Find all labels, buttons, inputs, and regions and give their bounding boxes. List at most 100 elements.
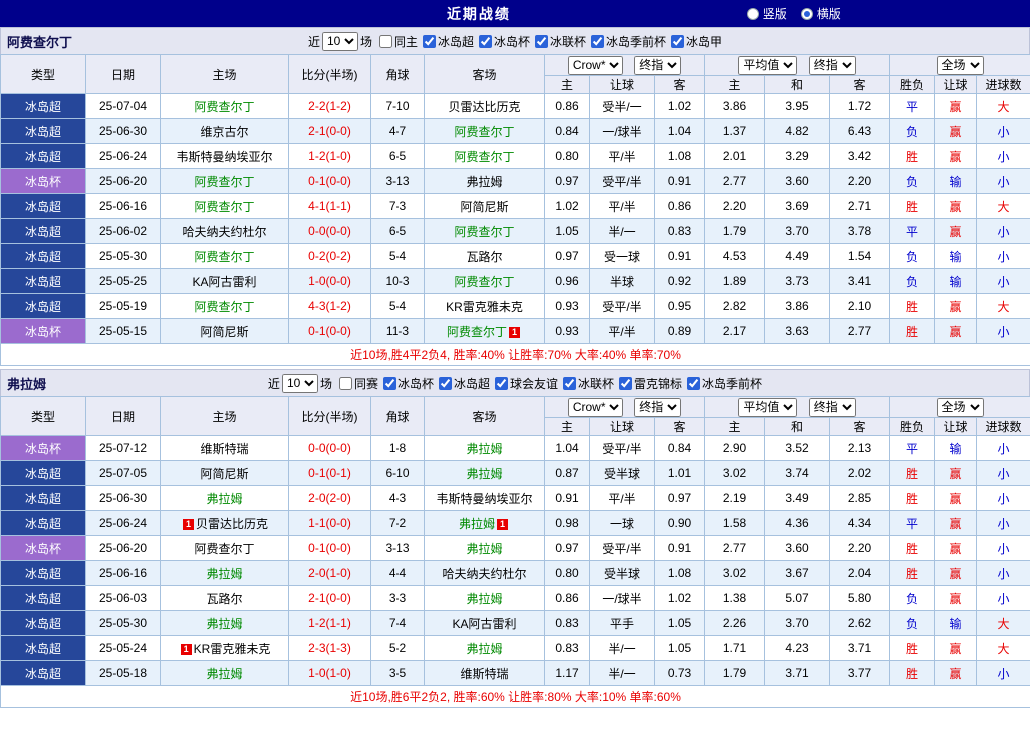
layout-radio-group: 竖版 横版 bbox=[746, 0, 841, 27]
avg-odds-cell: 3.71 bbox=[764, 660, 831, 686]
team-name-link[interactable]: 贝雷达比历克 bbox=[196, 517, 268, 531]
team-name-link[interactable]: 阿费查尔丁 bbox=[194, 542, 254, 556]
filter-check[interactable]: 冰岛杯 bbox=[479, 33, 530, 50]
filter-check[interactable]: 冰联杯 bbox=[563, 375, 614, 392]
match-row: 冰岛超 25-06-03 瓦路尔 2-1(0-0) 3-3 弗拉姆 0.86 一/球半 1.02… bbox=[0, 585, 1030, 611]
team-name-link[interactable]: 阿简尼斯 bbox=[460, 200, 508, 214]
team-name-link[interactable]: 韦斯特曼纳埃亚尔 bbox=[436, 492, 532, 506]
team-name-link[interactable]: 弗拉姆 bbox=[466, 542, 502, 556]
league-checkbox[interactable] bbox=[563, 376, 577, 390]
col-header-home: 主场 bbox=[160, 54, 289, 94]
avg-odds-cell: 3.77 bbox=[829, 660, 891, 686]
team-name-link[interactable]: 弗拉姆 bbox=[206, 492, 242, 506]
filter-check[interactable]: 冰岛甲 bbox=[671, 33, 722, 50]
filter-check[interactable]: 同主 bbox=[378, 33, 418, 50]
team-name-link[interactable]: 哈夫纳夫约杜尔 bbox=[442, 567, 526, 581]
team-name-link[interactable]: 阿费查尔丁 bbox=[454, 150, 514, 164]
team-name-link[interactable]: 瓦路尔 bbox=[206, 592, 242, 606]
team-name-link[interactable]: 弗拉姆 bbox=[206, 667, 242, 681]
filter-check[interactable]: 冰岛季前杯 bbox=[687, 375, 762, 392]
recent-count-select[interactable]: 10 bbox=[281, 373, 318, 393]
league-checkbox[interactable] bbox=[338, 376, 352, 390]
crown-odds-cell: 平/半 bbox=[589, 318, 655, 344]
league-checkbox[interactable] bbox=[479, 34, 492, 48]
team-name-link[interactable]: 弗拉姆 bbox=[459, 517, 495, 531]
team-name-link[interactable]: 维京古尔 bbox=[200, 125, 248, 139]
match-row: 冰岛超 25-06-24 韦斯特曼纳埃亚尔 1-2(1-0) 6-5 阿费查尔丁 0.80 平… bbox=[0, 143, 1030, 169]
filter-check[interactable]: 同赛 bbox=[338, 375, 378, 392]
league-checkbox[interactable] bbox=[495, 376, 508, 390]
layout-radio-unselected[interactable]: 竖版 bbox=[746, 5, 787, 22]
average-select[interactable]: 平均值 bbox=[738, 397, 798, 417]
filter-check[interactable]: 球会友谊 bbox=[495, 375, 558, 392]
team-name-link[interactable]: 瓦路尔 bbox=[466, 250, 502, 264]
scope-select[interactable]: 全场 bbox=[936, 397, 984, 417]
team-name-link[interactable]: 阿费查尔丁 bbox=[454, 125, 514, 139]
team-name-link[interactable]: 弗拉姆 bbox=[466, 442, 502, 456]
team-name-link[interactable]: 贝雷达比历克 bbox=[448, 100, 520, 114]
average-select[interactable]: 平均值 bbox=[738, 55, 798, 75]
league-checkbox[interactable] bbox=[687, 376, 701, 390]
team-name-link[interactable]: 弗拉姆 bbox=[466, 592, 502, 606]
league-checkbox[interactable] bbox=[535, 34, 549, 48]
layout-radio-selected[interactable]: 横版 bbox=[800, 5, 841, 22]
home-team-cell: 阿费查尔丁 bbox=[160, 243, 289, 269]
league-checkbox[interactable] bbox=[422, 34, 436, 48]
team-name-link[interactable]: 阿费查尔丁 bbox=[194, 175, 254, 189]
team-name-link[interactable]: 阿简尼斯 bbox=[200, 467, 248, 481]
team-name-link[interactable]: 弗拉姆 bbox=[466, 642, 502, 656]
team-name-link[interactable]: 维斯特瑞 bbox=[460, 667, 508, 681]
team-name-link[interactable]: 阿费查尔丁 bbox=[194, 200, 254, 214]
filter-check[interactable]: 冰岛季前杯 bbox=[591, 33, 666, 50]
match-row: 冰岛超 25-05-18 弗拉姆 1-0(1-0) 3-5 维斯特瑞 1.17 半/一 0.73… bbox=[0, 660, 1030, 686]
filter-check[interactable]: 雷克锦标 bbox=[619, 375, 682, 392]
team-name-link[interactable]: 阿费查尔丁 bbox=[454, 225, 514, 239]
recent-count-select[interactable]: 10 bbox=[321, 31, 358, 51]
filter-check[interactable]: 冰联杯 bbox=[535, 33, 586, 50]
league-checkbox[interactable] bbox=[378, 34, 392, 48]
odds-time-select[interactable]: 终指 bbox=[808, 55, 856, 75]
team-name-link[interactable]: 维斯特瑞 bbox=[200, 442, 248, 456]
league-checkbox[interactable] bbox=[382, 376, 396, 390]
away-team-cell: 贝雷达比历克 bbox=[424, 93, 545, 119]
league-checkbox[interactable] bbox=[671, 34, 685, 48]
team-name-link[interactable]: 阿费查尔丁 bbox=[194, 300, 254, 314]
team-name-link[interactable]: 阿费查尔丁 bbox=[194, 100, 254, 114]
team-name-link[interactable]: 阿简尼斯 bbox=[200, 325, 248, 339]
team-name-link[interactable]: KA阿古雷利 bbox=[452, 617, 516, 631]
crown-odds-cell: 0.91 bbox=[544, 485, 590, 511]
check-label: 球会友谊 bbox=[510, 376, 559, 391]
avg-odds-cell: 2.85 bbox=[829, 485, 891, 511]
team-name-link[interactable]: 弗拉姆 bbox=[466, 175, 502, 189]
team-name-link[interactable]: 弗拉姆 bbox=[206, 567, 242, 581]
team-name-link[interactable]: 韦斯特曼纳埃亚尔 bbox=[176, 150, 272, 164]
league-checkbox[interactable] bbox=[619, 376, 633, 390]
scope-select[interactable]: 全场 bbox=[936, 55, 984, 75]
team-name-link[interactable]: KR雷克雅未克 bbox=[446, 300, 523, 314]
team-name-link[interactable]: KA阿古雷利 bbox=[192, 275, 256, 289]
match-row: 冰岛杯 25-05-15 阿简尼斯 0-1(0-0) 11-3 阿费查尔丁 1 0.93 平/半… bbox=[0, 318, 1030, 344]
league-checkbox[interactable] bbox=[591, 34, 605, 48]
odds-time-select[interactable]: 终指 bbox=[808, 397, 856, 417]
team-name-link[interactable]: KR雷克雅未克 bbox=[194, 642, 271, 656]
crown-odds-cell: 1.04 bbox=[653, 118, 706, 144]
filter-check[interactable]: 冰岛超 bbox=[422, 33, 474, 50]
team-name-link[interactable]: 弗拉姆 bbox=[206, 617, 242, 631]
bookmaker-select[interactable]: Crow* bbox=[567, 55, 623, 75]
bookmaker-select[interactable]: Crow* bbox=[567, 397, 623, 417]
sub-header-goals: 进球数 bbox=[976, 75, 1030, 94]
team-name-link[interactable]: 阿费查尔丁 bbox=[447, 325, 507, 339]
filter-check[interactable]: 冰岛杯 bbox=[382, 375, 434, 392]
league-checkbox[interactable] bbox=[438, 376, 452, 390]
team-name-link[interactable]: 弗拉姆 bbox=[466, 467, 502, 481]
odds-time-select[interactable]: 终指 bbox=[634, 397, 682, 417]
team-name-link[interactable]: 阿费查尔丁 bbox=[454, 275, 514, 289]
result-cell: 平 bbox=[889, 93, 936, 119]
crown-odds-cell: 半/一 bbox=[589, 660, 655, 686]
team-name-link[interactable]: 阿费查尔丁 bbox=[194, 250, 254, 264]
team-name-link[interactable]: 哈夫纳夫约杜尔 bbox=[182, 225, 266, 239]
check-label: 同主 bbox=[393, 34, 418, 49]
filter-check[interactable]: 冰岛超 bbox=[438, 375, 490, 392]
home-team-cell: 1 KR雷克雅未克 bbox=[160, 635, 289, 661]
odds-time-select[interactable]: 终指 bbox=[634, 55, 682, 75]
